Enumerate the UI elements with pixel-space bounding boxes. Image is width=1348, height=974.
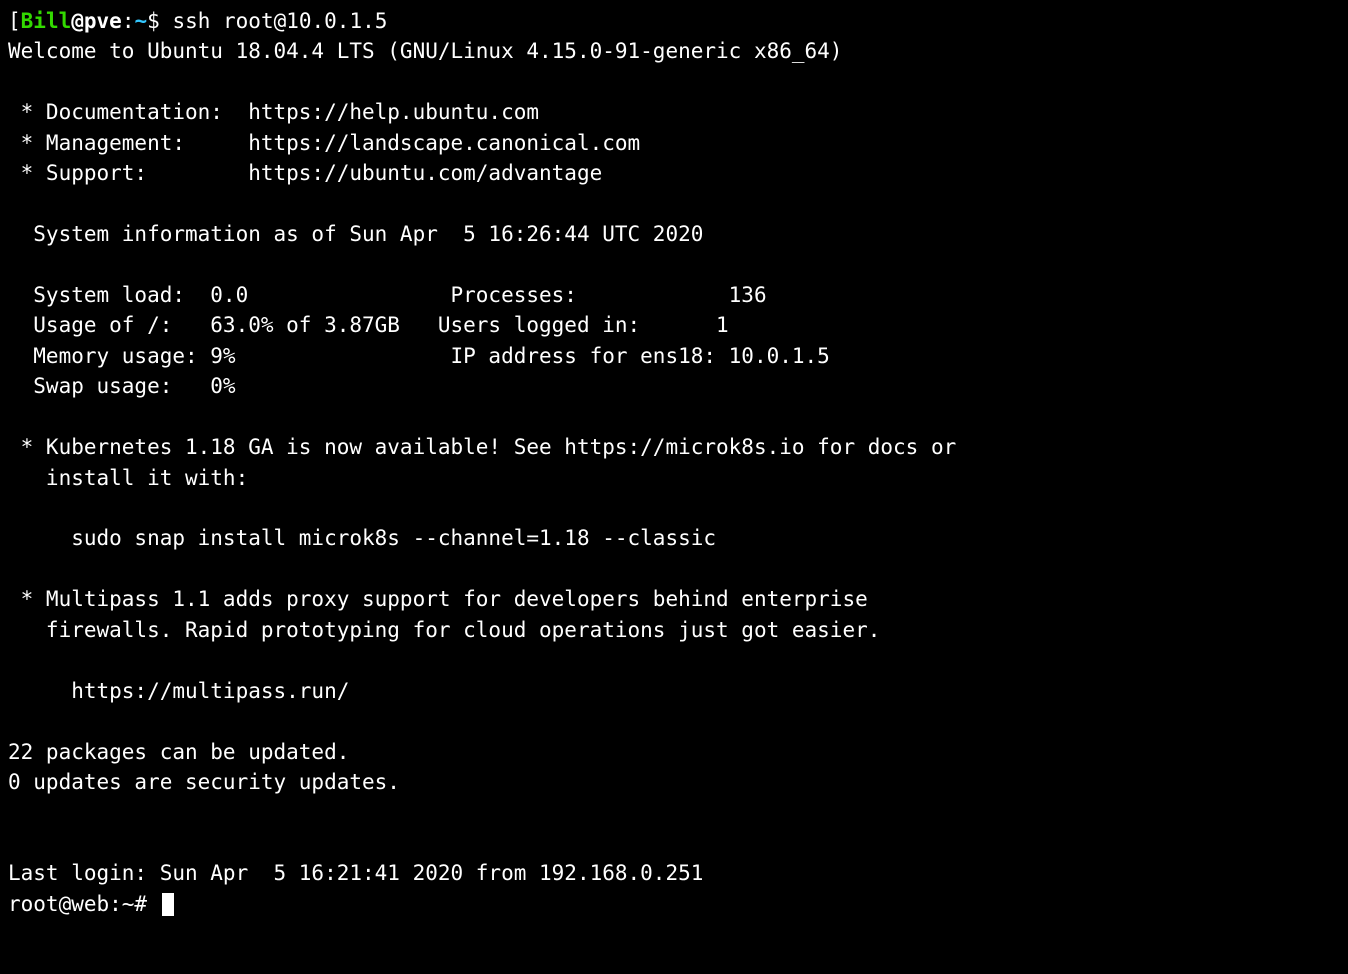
motd-k8s-line1: * Kubernetes 1.18 GA is now available! S…: [8, 435, 956, 459]
bracket-open: [: [8, 9, 21, 33]
sysinfo-row-3: Memory usage: 9% IP address for ens18: 1…: [8, 344, 830, 368]
sysinfo-row-4: Swap usage: 0%: [8, 374, 236, 398]
prompt-sigil: $: [147, 9, 172, 33]
motd-k8s-install-cmd: sudo snap install microk8s --channel=1.1…: [8, 526, 716, 550]
prompt-at: @: [71, 9, 84, 33]
updates-security: 0 updates are security updates.: [8, 770, 400, 794]
prompt-user: Bill: [21, 9, 72, 33]
last-login: Last login: Sun Apr 5 16:21:41 2020 from…: [8, 861, 703, 885]
motd-link-support: * Support: https://ubuntu.com/advantage: [8, 161, 602, 185]
updates-packages: 22 packages can be updated.: [8, 740, 349, 764]
motd-welcome: Welcome to Ubuntu 18.04.4 LTS (GNU/Linux…: [8, 39, 842, 63]
motd-multipass-line2: firewalls. Rapid prototyping for cloud o…: [8, 618, 880, 642]
sysinfo-header: System information as of Sun Apr 5 16:26…: [8, 222, 703, 246]
ssh-command: ssh root@10.0.1.5: [172, 9, 387, 33]
motd-link-management: * Management: https://landscape.canonica…: [8, 131, 640, 155]
sysinfo-row-1: System load: 0.0 Processes: 136: [8, 283, 767, 307]
motd-multipass-url: https://multipass.run/: [8, 679, 349, 703]
sysinfo-row-2: Usage of /: 63.0% of 3.87GB Users logged…: [8, 313, 729, 337]
terminal-output[interactable]: [Bill@pve:~$ ssh root@10.0.1.5 Welcome t…: [0, 0, 1348, 919]
prompt-host: pve: [84, 9, 122, 33]
motd-k8s-line2: install it with:: [8, 466, 248, 490]
motd-link-doc: * Documentation: https://help.ubuntu.com: [8, 100, 539, 124]
prompt-colon: :: [122, 9, 135, 33]
prompt-local: [Bill@pve:~$: [8, 9, 172, 33]
prompt-remote: root@web:~#: [8, 892, 160, 916]
prompt-cwd: ~: [134, 9, 147, 33]
cursor-icon: [162, 893, 175, 916]
motd-multipass-line1: * Multipass 1.1 adds proxy support for d…: [8, 587, 868, 611]
